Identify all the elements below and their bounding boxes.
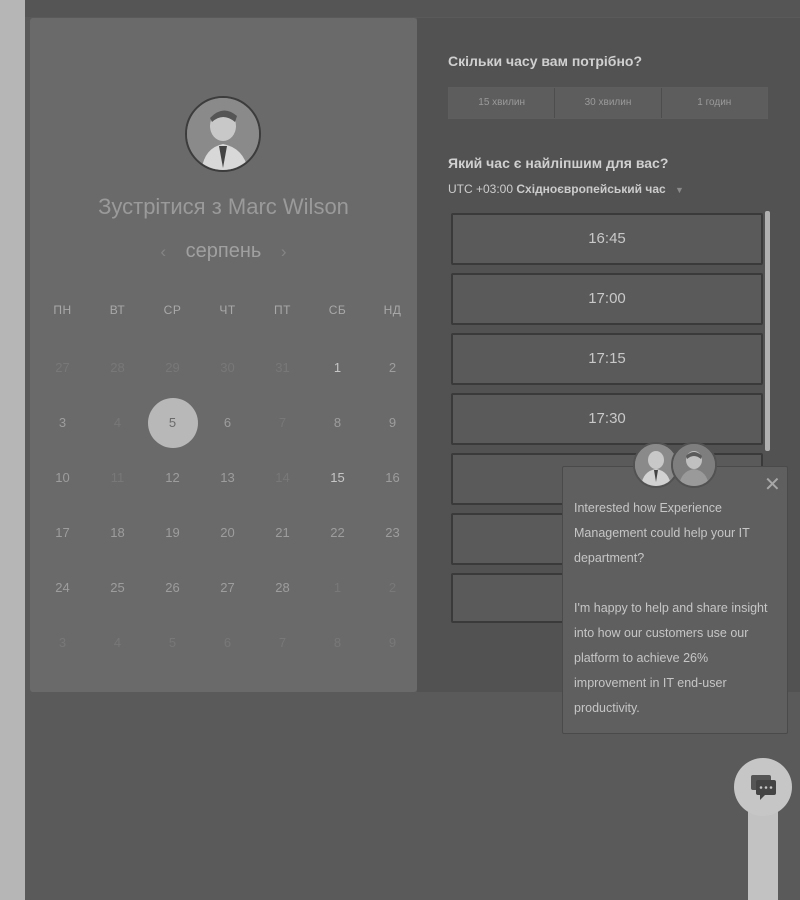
chevron-right-icon[interactable]: ›: [281, 242, 287, 262]
calendar-day: 8: [333, 635, 342, 650]
person-avatar-icon: [187, 98, 259, 170]
calendar-day: 7: [278, 415, 287, 430]
calendar-day[interactable]: 28: [255, 563, 310, 613]
duration-selector: 15 хвилин 30 хвилин 1 годин: [448, 87, 768, 119]
duration-heading: Скільки часу вам потрібно?: [448, 53, 643, 69]
calendar-day[interactable]: 25: [90, 563, 145, 613]
calendar-day: 29: [165, 360, 180, 375]
duration-option-15[interactable]: 15 хвилин: [449, 88, 556, 118]
calendar-day[interactable]: 23: [365, 508, 420, 558]
calendar-day: 7: [278, 635, 287, 650]
calendar-week: 24 25 26 27 28 1 2: [35, 563, 420, 613]
time-slot[interactable]: 17:30: [451, 393, 763, 445]
calendar-day[interactable]: 27: [200, 563, 255, 613]
calendar-day: 28: [110, 360, 125, 375]
calendar-day: 4: [113, 415, 122, 430]
duration-option-60[interactable]: 1 годин: [662, 88, 767, 118]
calendar-day[interactable]: 22: [310, 508, 365, 558]
calendar-day: 3: [58, 635, 67, 650]
calendar-day[interactable]: 15: [310, 453, 365, 503]
caret-down-icon: ▼: [675, 185, 684, 195]
calendar-day: 30: [220, 360, 235, 375]
calendar-day[interactable]: 3: [35, 398, 90, 448]
page-scrollbar[interactable]: [0, 0, 25, 900]
calendar-week: 3 4 5 6 7 8 9: [35, 618, 420, 668]
duration-option-30[interactable]: 30 хвилин: [555, 88, 662, 118]
weekday-header: ПН ВТ СР ЧТ ПТ СБ НД: [35, 300, 420, 320]
calendar-week: 3 4 5 6 7 8 9: [35, 398, 420, 448]
calendar-day[interactable]: 20: [200, 508, 255, 558]
calendar-day: 31: [275, 360, 290, 375]
weekday-label: СБ: [328, 303, 347, 317]
weekday-label: ПН: [53, 303, 72, 317]
chat-paragraph: I'm happy to help and share insight into…: [574, 601, 768, 715]
calendar-day: 11: [110, 470, 125, 485]
meeting-title: Зустрітися з Marc Wilson: [98, 194, 349, 219]
calendar-day: 27: [55, 360, 70, 375]
calendar-day[interactable]: 21: [255, 508, 310, 558]
calendar-day[interactable]: 24: [35, 563, 90, 613]
time-slot[interactable]: 16:45: [451, 213, 763, 265]
host-avatar: [185, 96, 261, 172]
weekday-label: НД: [383, 303, 402, 317]
calendar-day[interactable]: 9: [365, 398, 420, 448]
calendar-day: 6: [223, 635, 232, 650]
top-bar: [25, 0, 800, 17]
calendar-day[interactable]: 1: [310, 343, 365, 393]
calendar-day: 4: [113, 635, 122, 650]
calendar-day[interactable]: 2: [365, 343, 420, 393]
calendar-day[interactable]: 18: [90, 508, 145, 558]
weekday-label: ВТ: [109, 303, 126, 317]
calendar-panel: Зустрітися з Marc Wilson ‹ серпень › ПН …: [30, 18, 417, 692]
calendar-day[interactable]: 16: [365, 453, 420, 503]
calendar-day[interactable]: 10: [35, 453, 90, 503]
timezone-offset: UTC +03:00: [448, 182, 514, 196]
calendar-week: 17 18 19 20 21 22 23: [35, 508, 420, 558]
calendar-day: 1: [333, 580, 342, 595]
time-heading: Який час є найліпшим для вас?: [448, 155, 669, 171]
chevron-left-icon[interactable]: ‹: [160, 242, 166, 262]
time-slot[interactable]: 17:15: [451, 333, 763, 385]
weekday-label: ЧТ: [219, 303, 236, 317]
timeslot-scrollbar[interactable]: [765, 211, 770, 451]
person-avatar-icon: [673, 444, 715, 486]
calendar-day[interactable]: 17: [35, 508, 90, 558]
calendar-week: 10 11 12 13 14 15 16: [35, 453, 420, 503]
calendar-day[interactable]: 19: [145, 508, 200, 558]
page: Зустрітися з Marc Wilson ‹ серпень › ПН …: [0, 0, 800, 900]
chat-bubble-icon: [751, 775, 776, 800]
timezone-name: Східноєвропейський час: [516, 182, 666, 196]
chat-paragraph: Interested how Experience Management cou…: [574, 501, 750, 565]
calendar-week: 27 28 29 30 31 1 2: [35, 343, 420, 393]
calendar-day[interactable]: 6: [200, 398, 255, 448]
agent-avatar: [671, 442, 717, 488]
time-slot[interactable]: 17:00: [451, 273, 763, 325]
weekday-label: ПТ: [274, 303, 291, 317]
weekday-label: СР: [163, 303, 182, 317]
calendar-day-selected[interactable]: 5: [145, 398, 200, 448]
calendar-day[interactable]: 12: [145, 453, 200, 503]
calendar-day[interactable]: 8: [310, 398, 365, 448]
calendar-day: 9: [388, 635, 397, 650]
chat-message: Interested how Experience Management cou…: [574, 496, 780, 746]
calendar-day[interactable]: 26: [145, 563, 200, 613]
calendar-day: 5: [168, 635, 177, 650]
calendar-day: 14: [275, 470, 290, 485]
chat-launcher-button[interactable]: [734, 758, 792, 816]
month-label: серпень: [185, 240, 262, 263]
calendar-day[interactable]: 13: [200, 453, 255, 503]
month-navigator: ‹ серпень ›: [30, 240, 417, 263]
close-icon[interactable]: ✕: [764, 475, 781, 495]
timezone-selector[interactable]: UTC +03:00 Східноєвропейський час ▼: [448, 182, 684, 196]
calendar-day: 2: [388, 580, 397, 595]
